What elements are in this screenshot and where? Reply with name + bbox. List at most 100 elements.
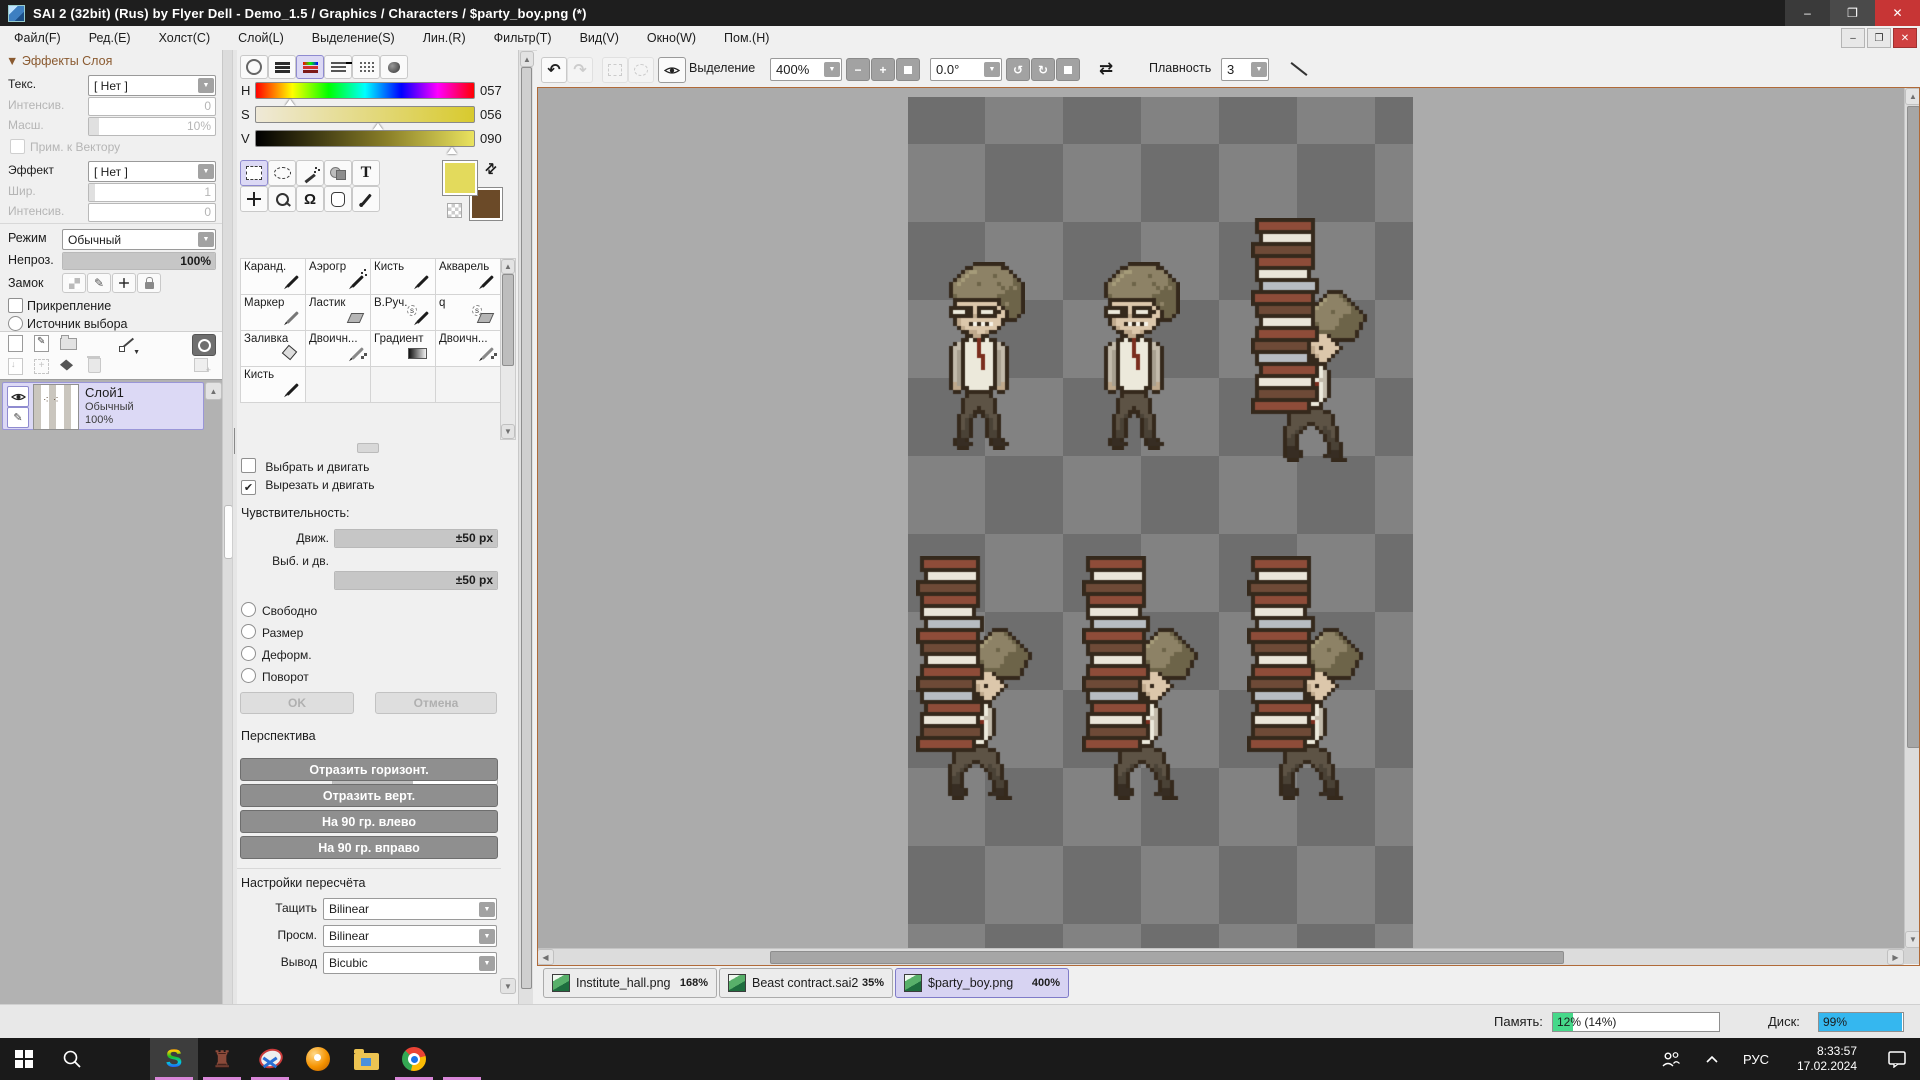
radio-size[interactable]: Размер [241,624,303,642]
rotate-cw-button[interactable]: ↻ [1031,58,1055,81]
tool-panel-scrollbar[interactable]: ▲ [518,50,533,1004]
panel-grip[interactable] [357,443,379,453]
tab-beast-contract[interactable]: Beast contract.sai2 35% [719,968,893,998]
close-button[interactable]: ✕ [1875,0,1920,26]
brush-brush2[interactable]: Кисть [241,367,305,402]
selection-visibility-button[interactable] [658,57,686,83]
layer-mask-button[interactable] [192,334,216,356]
vertical-scrollbar[interactable]: ▲ ▼ [1904,88,1920,948]
radio-rotate[interactable]: Поворот [241,668,309,686]
duplicate-layer-button[interactable]: + [194,358,208,372]
hand-tool[interactable] [324,186,352,212]
tray-clock[interactable]: 8:33:57 17.02.2024 [1780,1038,1874,1080]
reselect-button[interactable] [628,57,654,83]
tray-notifications-button[interactable] [1874,1038,1920,1080]
menu-layer[interactable]: Слой(L) [224,26,298,50]
undo-button[interactable]: ↶ [541,57,567,83]
pixel-sprite-carrying[interactable] [1082,556,1202,800]
layer-list-scroll-up[interactable]: ▲ [205,382,222,400]
scroll-down-arrow[interactable]: ▼ [1905,931,1920,948]
menu-selection[interactable]: Выделение(S) [298,26,409,50]
tray-show-hidden-button[interactable] [1692,1038,1732,1080]
lasso-tool[interactable] [268,160,296,186]
flip-view-button[interactable]: ⇄ [1093,58,1119,79]
zoom-out-button[interactable]: − [846,58,870,81]
transfer-down-button[interactable]: ↓ [8,358,23,375]
rect-select-tool[interactable] [240,160,268,186]
brush-gradient[interactable]: Градиент [371,331,435,366]
scroll-left-arrow[interactable]: ◀ [537,949,554,965]
brush-vector-pen[interactable]: В.Руч. [371,295,435,330]
taskbar-screenshot-app[interactable] [246,1038,294,1080]
new-folder-button[interactable] [60,334,77,350]
gray-bars-button[interactable] [268,55,296,79]
hue-marker[interactable] [285,99,295,106]
shape-tool[interactable] [324,160,352,186]
pixel-sprite-carrying[interactable] [1247,556,1367,800]
brush-binary-pen[interactable]: Двоичн... [306,331,370,366]
select-sens-slider[interactable]: ±50 px [334,571,498,590]
text-tool[interactable]: T [352,160,380,186]
scale-field[interactable]: 10% [88,117,216,136]
value-marker[interactable] [447,147,457,154]
scroll-up-arrow[interactable]: ▲ [520,51,534,67]
radio-free[interactable]: Свободно [241,602,317,620]
rotate-view-tool[interactable]: Ω [296,186,324,212]
opacity-slider[interactable]: 100% [62,252,216,270]
saturation-marker[interactable] [373,123,383,130]
tray-language-indicator[interactable]: РУС [1732,1038,1780,1080]
lock-pixels-button[interactable]: ✎ [87,273,111,293]
intensity2-field[interactable]: 0 [88,203,216,222]
deselect-button[interactable] [602,57,628,83]
radio-deform[interactable]: Деформ. [241,646,312,664]
brush-empty-slot[interactable] [436,367,500,402]
menu-window[interactable]: Окно(W) [633,26,710,50]
brush-watercolor[interactable]: Акварель [436,259,500,294]
pixel-sprite-standing[interactable] [941,262,1025,450]
rotate-ccw-button[interactable]: ↺ [1006,58,1030,81]
mdi-close-button[interactable]: ✕ [1893,28,1917,48]
apply-to-vector-checkbox[interactable] [10,139,25,154]
effect-dropdown[interactable]: [ Нет ]▼ [88,161,216,182]
taskbar-sai2-app[interactable]: S [150,1038,198,1080]
pixel-sprite-carrying[interactable] [916,556,1036,800]
value-slider[interactable] [255,130,475,147]
menu-file[interactable]: Файл(F) [0,26,75,50]
move-tool[interactable] [240,186,268,212]
select-and-move-checkbox[interactable] [241,458,256,473]
color-wheel-button[interactable] [240,55,268,79]
menu-filter[interactable]: Фильтр(T) [480,26,566,50]
smoothing-dropdown[interactable]: 3▼ [1221,58,1269,81]
vector-edit-button[interactable]: ▼ [118,334,138,352]
swatches-button[interactable] [352,55,380,79]
taskbar-explorer-app[interactable] [342,1038,390,1080]
width-field[interactable]: 1 [88,183,216,202]
brush-fill[interactable]: Заливка [241,331,305,366]
new-layer-button[interactable] [8,335,23,352]
menu-view[interactable]: Вид(V) [566,26,633,50]
minimize-button[interactable]: – [1785,0,1830,26]
menu-line[interactable]: Лин.(R) [409,26,480,50]
mixer-sliders-button[interactable] [324,55,352,79]
tray-people-button[interactable] [1650,1038,1692,1080]
flip-vertical-button[interactable]: Отразить верт. [240,784,498,807]
primary-color-swatch[interactable] [442,160,478,196]
lock-position-button[interactable] [112,273,136,293]
brush-empty-slot[interactable] [371,367,435,402]
scroll-down-arrow[interactable]: ▼ [501,424,515,439]
transparent-color-swatch[interactable] [447,203,462,218]
lock-transparency-button[interactable] [62,273,86,293]
menu-canvas[interactable]: Холст(C) [145,26,225,50]
clipping-checkbox[interactable] [8,298,23,313]
line-tool-button[interactable] [1289,60,1307,78]
hsv-sliders-button[interactable] [296,55,324,79]
rotate-90-right-button[interactable]: На 90 гр. вправо [240,836,498,859]
tab-party-boy[interactable]: $party_boy.png 400% [895,968,1069,998]
mdi-minimize-button[interactable]: – [1841,28,1865,48]
swap-colors-icon[interactable]: ⇄ [481,158,501,178]
zoom-tool[interactable] [268,186,296,212]
delete-layer-button[interactable] [88,358,101,373]
zoom-in-button[interactable]: + [871,58,895,81]
preview-interpolation-dropdown[interactable]: Bilinear▼ [323,925,497,947]
pixel-sprite-carrying[interactable] [1251,218,1371,462]
